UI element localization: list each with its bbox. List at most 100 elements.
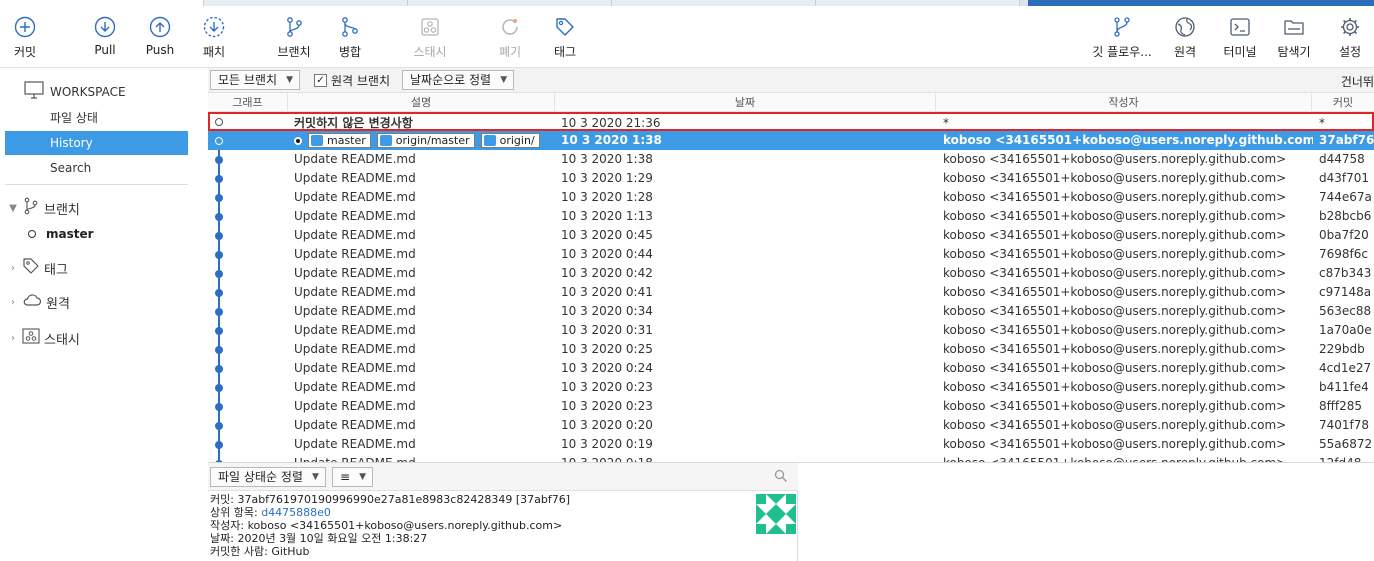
row-author: koboso <34165501+koboso@users.noreply.gi… xyxy=(943,285,1287,299)
search-icon[interactable] xyxy=(774,469,788,486)
row-description: Update README.md xyxy=(294,285,416,299)
cloud-icon xyxy=(22,292,42,312)
explorer-button-label: 탐색기 xyxy=(1277,45,1311,59)
row-description: Update README.md xyxy=(294,342,416,356)
skip-link[interactable]: 건너뛰 xyxy=(1341,73,1374,90)
commit-row[interactable]: Update README.md 10 3 2020 0:41 koboso <34… xyxy=(208,283,1374,302)
merge-button[interactable]: 병합 xyxy=(318,14,382,60)
commit-row[interactable]: Update README.md 10 3 2020 1:29 koboso <34… xyxy=(208,169,1374,188)
commit-button[interactable]: 커밋 xyxy=(0,14,57,60)
commit-row[interactable]: Update README.md 10 3 2020 0:45 koboso <34… xyxy=(208,226,1374,245)
row-date: 10 3 2020 0:19 xyxy=(561,437,653,451)
row-description: Update README.md xyxy=(294,152,416,166)
commit-row[interactable]: Update README.md 10 3 2020 0:34 koboso <34… xyxy=(208,302,1374,321)
commit-row[interactable]: Update README.md 10 3 2020 0:23 koboso <34… xyxy=(208,397,1374,416)
file-view-dropdown[interactable]: ≡ ▼ xyxy=(332,467,374,487)
branch-button[interactable]: 브랜치 xyxy=(262,14,326,60)
commit-history-table: 그래프 설명 날짜 작성자 커밋 커밋하지 않은 변경사항 10 3 2020 … xyxy=(208,93,1374,462)
graph-node xyxy=(215,251,223,259)
branch-icon xyxy=(22,197,40,219)
row-commit: 37abf76 xyxy=(1319,133,1374,147)
branch-filter-dropdown[interactable]: 모든 브랜치 ▼ xyxy=(210,70,301,90)
graph-node xyxy=(215,118,223,126)
row-date: 10 3 2020 0:25 xyxy=(561,342,653,356)
column-description[interactable]: 설명 xyxy=(288,93,555,112)
row-commit: 744e67a xyxy=(1319,190,1372,204)
commit-row[interactable]: Update README.md 10 3 2020 0:31 koboso <34… xyxy=(208,321,1374,340)
show-remote-branches-checkbox[interactable]: ✓ 원격 브랜치 xyxy=(314,72,390,89)
selected-commit-row[interactable]: master origin/master origin/ 10 3 2020 1:3… xyxy=(208,131,1374,150)
commit-row[interactable]: Update README.md 10 3 2020 0:19 koboso <34… xyxy=(208,435,1374,454)
row-date: 10 3 2020 0:34 xyxy=(561,304,653,318)
row-commit: c87b343 xyxy=(1319,266,1372,280)
arrow-down-circle-icon xyxy=(92,14,118,40)
settings-button[interactable]: 설정 xyxy=(1318,14,1374,60)
tag-button-label: 태그 xyxy=(553,45,577,59)
tag-icon xyxy=(552,14,578,40)
commit-row[interactable]: Update README.md 10 3 2020 0:25 koboso <34… xyxy=(208,340,1374,359)
graph-node xyxy=(215,156,223,164)
commit-row[interactable]: Update README.md 10 3 2020 0:18 koboso <34… xyxy=(208,454,1374,462)
sidebar-item-history[interactable]: History xyxy=(5,131,188,155)
column-graph[interactable]: 그래프 xyxy=(208,93,288,112)
sort-order-dropdown[interactable]: 날짜순으로 정렬 ▼ xyxy=(402,70,515,90)
stash-button-label: 스태시 xyxy=(413,45,447,59)
commit-row[interactable]: Update README.md 10 3 2020 1:28 koboso <34… xyxy=(208,188,1374,207)
branch-tag-master[interactable]: master xyxy=(308,133,371,148)
row-description: Update README.md xyxy=(294,323,416,337)
row-description: Update README.md xyxy=(294,361,416,375)
explorer-button[interactable]: 탐색기 xyxy=(1262,14,1326,60)
sidebar-group-stashes[interactable]: › 스태시 xyxy=(8,327,80,349)
commit-row[interactable]: Update README.md 10 3 2020 0:44 koboso <34… xyxy=(208,245,1374,264)
row-author: koboso <34165501+koboso@users.noreply.gi… xyxy=(943,323,1287,337)
sidebar-group-tags[interactable]: › 태그 xyxy=(8,257,68,279)
detail-commit: 커밋: 37abf761970190996990e27a81e8983c8242… xyxy=(210,493,570,506)
sidebar-group-remotes[interactable]: › 원격 xyxy=(8,292,70,312)
detail-committer: 커밋한 사람: GitHub xyxy=(210,545,310,558)
row-author: koboso <34165501+koboso@users.noreply.gi… xyxy=(943,209,1287,223)
row-date: 10 3 2020 0:44 xyxy=(561,247,653,261)
row-description: Update README.md xyxy=(294,380,416,394)
row-commit: b28bcb6 xyxy=(1319,209,1372,223)
graph-node xyxy=(215,384,223,392)
graph-node xyxy=(215,194,223,202)
column-commit[interactable]: 커밋 xyxy=(1312,93,1374,112)
sidebar-item-search[interactable]: Search xyxy=(5,156,188,180)
fetch-button[interactable]: 패치 xyxy=(182,14,246,60)
row-commit: 8fff285 xyxy=(1319,399,1363,413)
row-author: koboso <34165501+koboso@users.noreply.gi… xyxy=(943,399,1287,413)
column-date[interactable]: 날짜 xyxy=(555,93,936,112)
git-flow-button[interactable]: 깃 플로우... xyxy=(1090,14,1154,60)
row-commit: 0ba7f20 xyxy=(1319,228,1369,242)
row-author: koboso <34165501+koboso@users.noreply.gi… xyxy=(943,266,1287,280)
commit-row[interactable]: Update README.md 10 3 2020 0:23 koboso <34… xyxy=(208,378,1374,397)
branch-tag-origin-master[interactable]: origin/master xyxy=(376,133,475,148)
chevron-down-icon: ▼ xyxy=(9,202,17,214)
uncommitted-changes-row[interactable]: 커밋하지 않은 변경사항 10 3 2020 21:36 * * xyxy=(208,112,1374,131)
row-commit: 55a6872 xyxy=(1319,437,1373,451)
commit-row[interactable]: Update README.md 10 3 2020 0:42 koboso <34… xyxy=(208,264,1374,283)
stash-button[interactable]: 스태시 xyxy=(398,14,462,60)
sidebar-item-file-status[interactable]: 파일 상태 xyxy=(5,106,188,130)
commit-row[interactable]: Update README.md 10 3 2020 1:13 koboso <34… xyxy=(208,207,1374,226)
table-header: 그래프 설명 날짜 작성자 커밋 xyxy=(208,93,1374,112)
row-author: koboso <34165501+koboso@users.noreply.gi… xyxy=(943,304,1287,318)
tag-button[interactable]: 태그 xyxy=(533,14,597,60)
file-diff-panel xyxy=(798,462,1374,561)
row-commit: 563ec88 xyxy=(1319,304,1372,318)
row-author: koboso <34165501+koboso@users.noreply.gi… xyxy=(943,454,1313,462)
sidebar-group-branches[interactable]: ▼ 브랜치 xyxy=(8,197,80,219)
commit-row[interactable]: Update README.md 10 3 2020 0:20 koboso <34… xyxy=(208,416,1374,435)
graph-node xyxy=(215,137,223,145)
row-description: Update README.md xyxy=(294,454,554,462)
sidebar-branch-master[interactable]: master xyxy=(28,227,94,241)
column-author[interactable]: 작성자 xyxy=(936,93,1312,112)
commit-row[interactable]: Update README.md 10 3 2020 1:38 koboso <34… xyxy=(208,150,1374,169)
commit-row[interactable]: Update README.md 10 3 2020 0:24 koboso <34… xyxy=(208,359,1374,378)
branch-tag-origin[interactable]: origin/ xyxy=(480,133,540,148)
file-sort-dropdown[interactable]: 파일 상태순 정렬 ▼ xyxy=(210,467,326,487)
parent-commit-link[interactable]: d4475888e0 xyxy=(261,506,331,519)
row-commit: d43f701 xyxy=(1319,171,1370,185)
row-commit: 12fd48 xyxy=(1319,454,1374,462)
stash-icon xyxy=(22,327,40,349)
